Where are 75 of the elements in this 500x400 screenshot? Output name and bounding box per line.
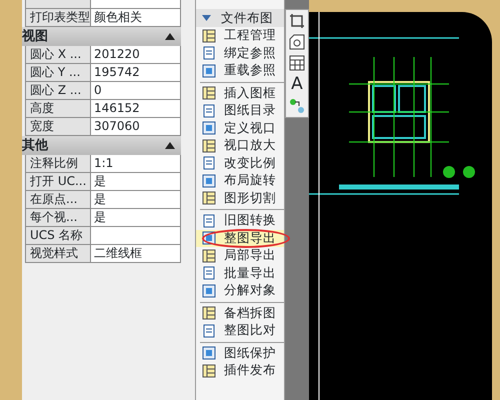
menu-item[interactable]: 批量导出 [196, 264, 284, 282]
menu-item[interactable]: 定义视口 [196, 120, 284, 137]
property-label: 圆心 Y ... [25, 64, 91, 82]
property-value[interactable]: 二维线框 [91, 245, 181, 263]
text-tool-icon[interactable]: A [291, 76, 303, 93]
menu-item[interactable]: 插入图框 [196, 84, 284, 102]
frame-icon [202, 64, 216, 78]
menu-item[interactable]: 插件发布 [196, 362, 284, 380]
menu-item[interactable]: 重载参照 [196, 62, 284, 80]
menu-title: 文件布图 [221, 8, 273, 27]
grid-icon [202, 364, 216, 378]
menu-item[interactable]: 绑定参照 [196, 44, 284, 62]
document-icon [202, 104, 216, 118]
property-label: 注释比例 [25, 155, 91, 173]
grid-icon [202, 191, 216, 206]
collapse-icon [165, 142, 175, 149]
property-label: UCS 名称 [25, 227, 91, 245]
frame-icon [202, 121, 216, 136]
node-link-icon[interactable] [289, 98, 305, 114]
table-icon[interactable] [289, 55, 305, 71]
grid-icon [202, 86, 216, 100]
menu-item[interactable]: 图纸保护 [196, 344, 284, 362]
menu-item[interactable]: 视口放大 [196, 137, 284, 154]
property-value[interactable] [91, 227, 181, 245]
property-value[interactable]: 146152 [91, 100, 181, 118]
section-header[interactable]: 其他 [22, 136, 181, 155]
frame-icon [202, 284, 216, 298]
grid-icon [202, 28, 216, 43]
property-value[interactable]: 195742 [91, 64, 181, 82]
menu-item[interactable]: 分解对象 [196, 282, 284, 300]
property-label: 在原点... [25, 191, 91, 209]
menu-item[interactable]: 工程管理 [196, 27, 284, 44]
collapse-icon [202, 15, 211, 21]
property-label: 宽度 [25, 118, 91, 136]
property-label: 视觉样式 [25, 245, 91, 263]
menu-header[interactable]: 文件布图 [196, 9, 284, 27]
property-value[interactable]: 颜色相关 [91, 9, 181, 27]
menu-item[interactable]: 图形切割 [196, 190, 284, 207]
property-value[interactable]: 0 [91, 82, 181, 100]
shape-icon[interactable] [289, 34, 305, 50]
document-icon [202, 324, 216, 338]
menu-item[interactable]: 局部导出 [196, 247, 284, 264]
menu-item[interactable]: 布局旋转 [196, 172, 284, 190]
section-title: 视图 [22, 28, 48, 46]
property-label: 打开 UC... [25, 173, 91, 191]
crop-icon[interactable] [289, 13, 305, 29]
property-label: 圆心 Z ... [25, 82, 91, 100]
property-label: 每个视... [25, 209, 91, 227]
menu-item[interactable]: 整图比对 [196, 322, 284, 340]
frame-icon [202, 346, 216, 360]
document-icon [202, 266, 216, 280]
property-value[interactable]: 是 [91, 191, 181, 209]
menu-item[interactable]: 图纸目录 [196, 102, 284, 120]
document-icon [202, 214, 216, 228]
property-value[interactable]: 201220 [91, 46, 181, 64]
document-icon [202, 156, 216, 170]
section-title: 其他 [22, 136, 48, 155]
property-label: 高度 [25, 100, 91, 118]
property-label: 打印表类型 [25, 9, 91, 27]
property-value[interactable]: 是 [91, 209, 181, 227]
grid-icon [202, 138, 216, 153]
menu-item[interactable]: 备档拆图 [196, 304, 284, 322]
property-value[interactable] [91, 0, 181, 9]
grid-icon [202, 248, 216, 263]
property-value[interactable]: 307060 [91, 118, 181, 136]
section-header[interactable]: 视图 [22, 27, 181, 46]
property-value[interactable]: 1:1 [91, 155, 181, 173]
property-value[interactable]: 是 [91, 173, 181, 191]
property-label: 圆心 X ... [25, 46, 91, 64]
menu-item[interactable]: 旧图转换 [196, 212, 284, 230]
grid-icon [202, 306, 216, 320]
collapse-icon [165, 33, 175, 40]
document-icon [202, 46, 216, 60]
frame-icon [202, 174, 216, 188]
menu-item[interactable]: 改变比例 [196, 154, 284, 172]
